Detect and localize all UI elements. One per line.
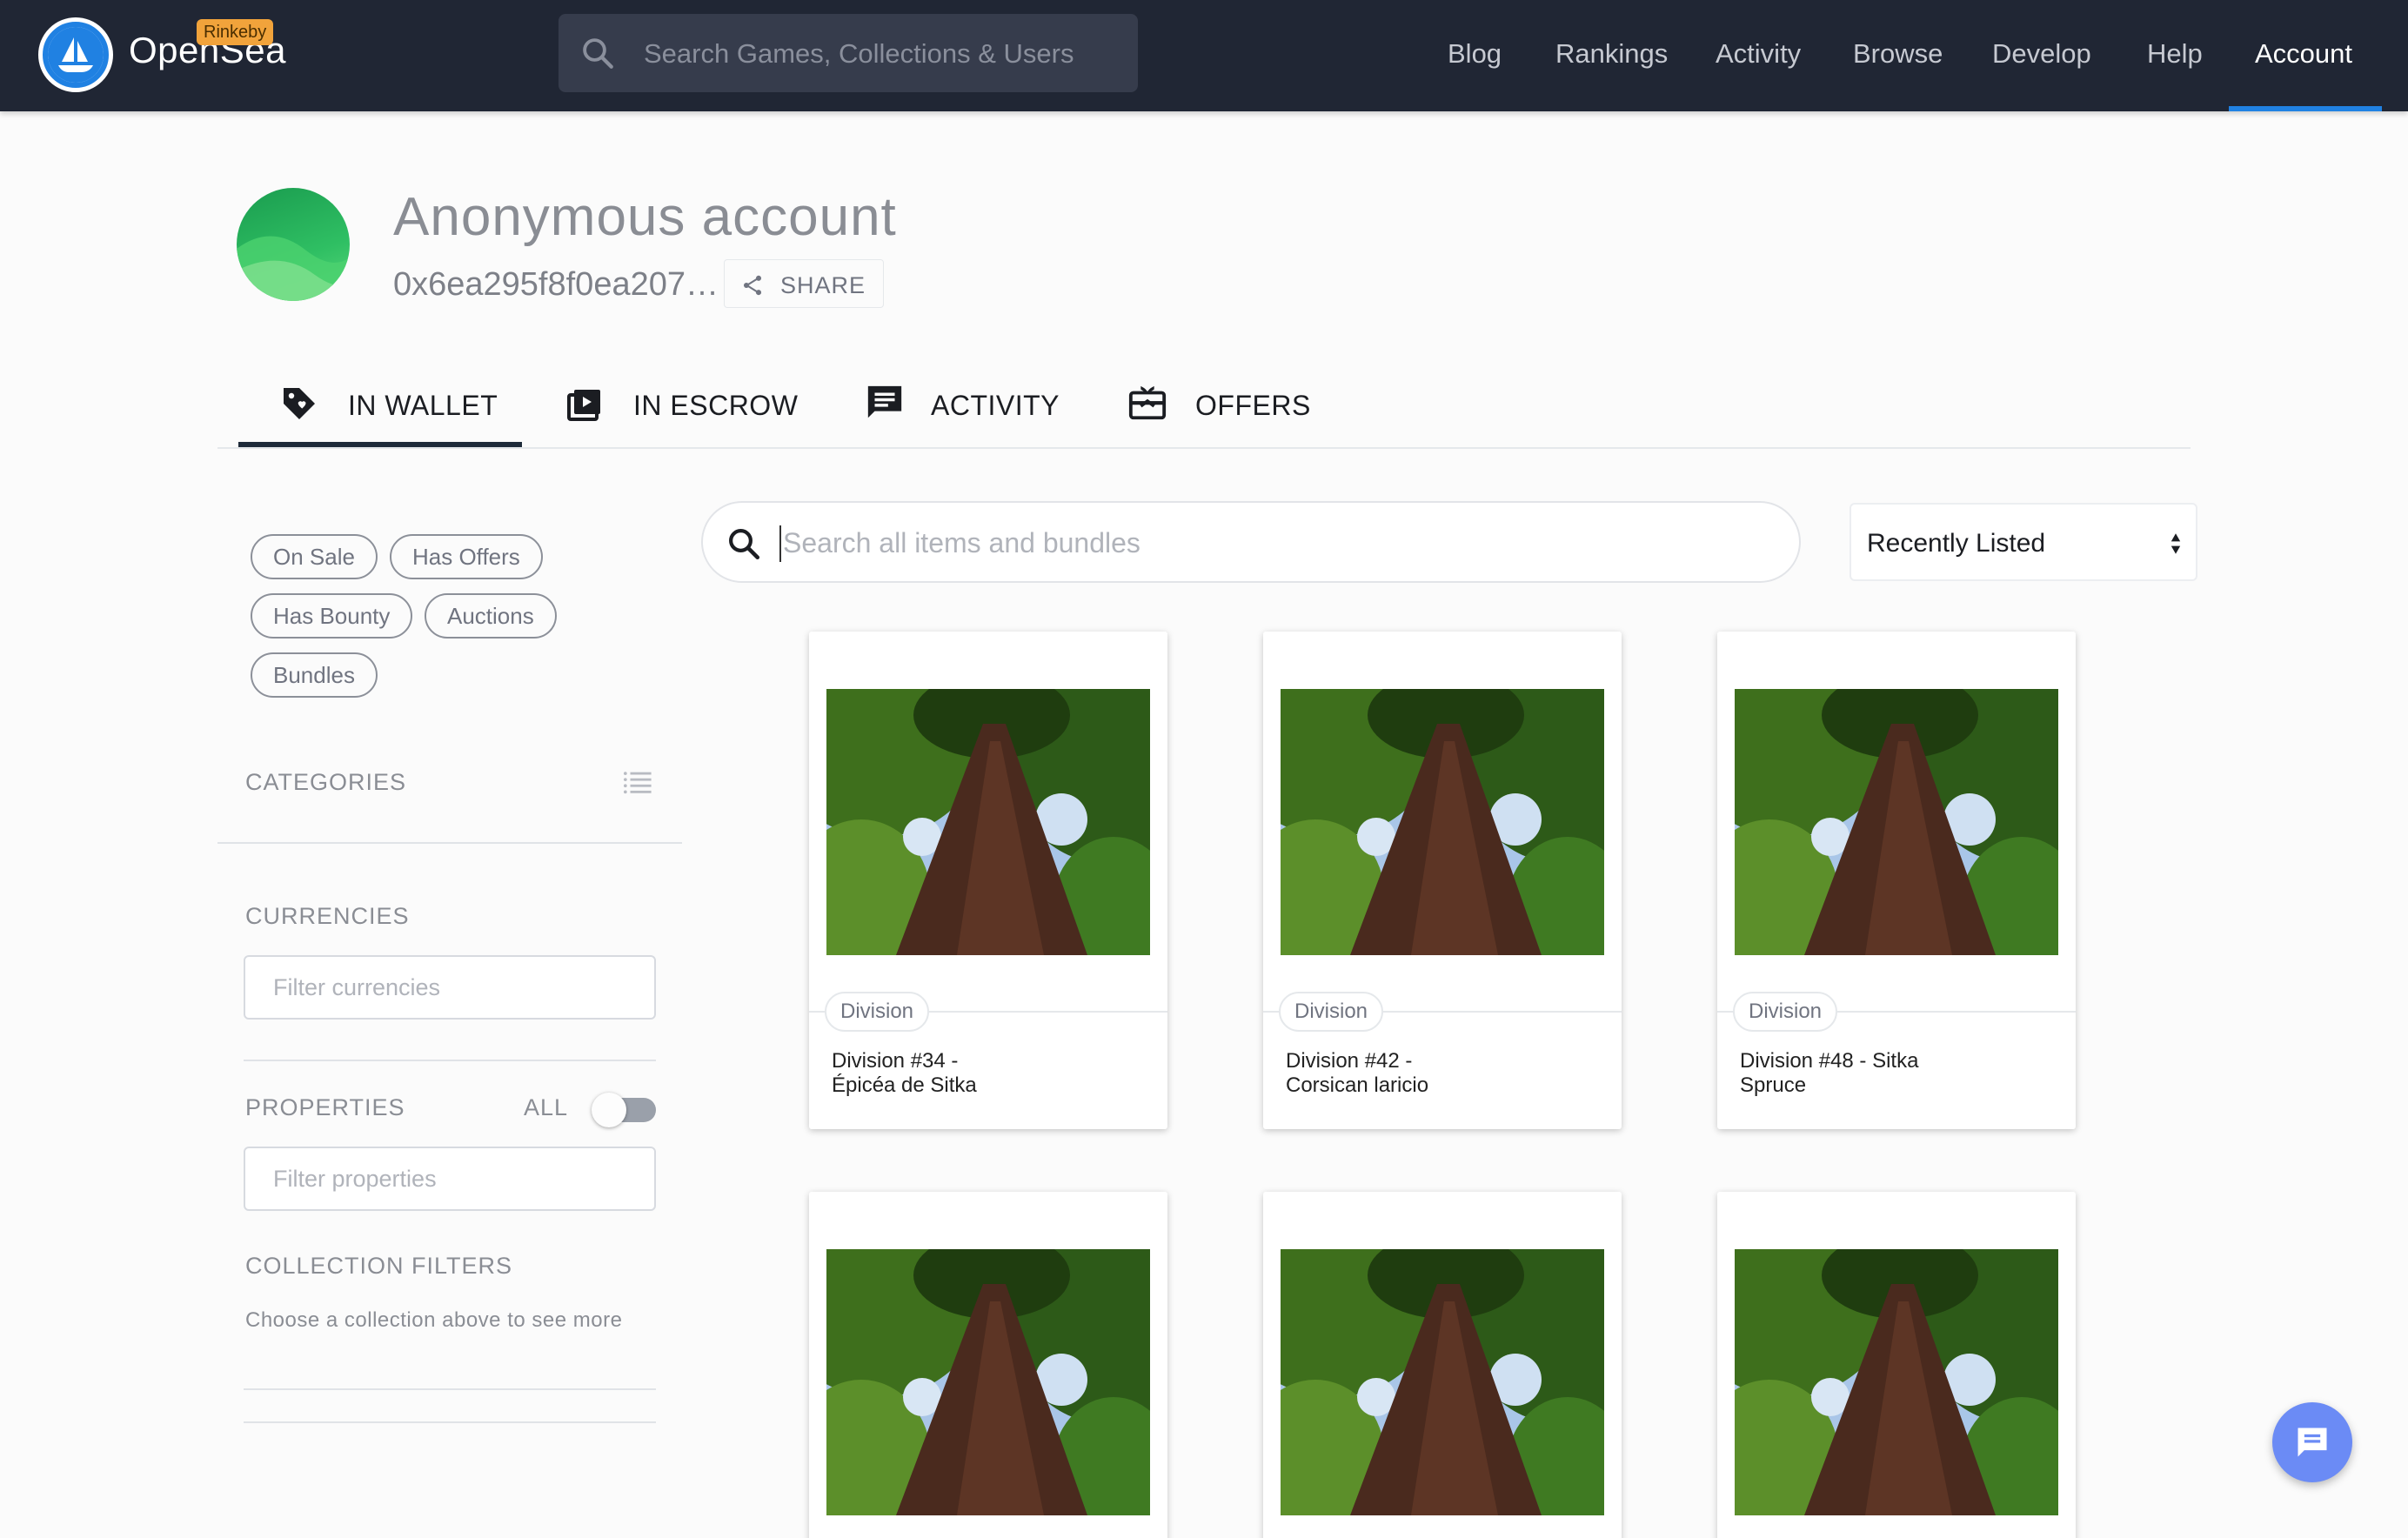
tab-label: ACTIVITY <box>931 390 1060 421</box>
nav-link-account[interactable]: Account <box>2255 38 2352 70</box>
global-search-input[interactable]: Search Games, Collections & Users <box>559 14 1138 92</box>
filter-pill-on-sale[interactable]: On Sale <box>251 534 378 579</box>
categories-title: CATEGORIES <box>245 769 407 795</box>
collection-filters-helper: Choose a collection above to see more <box>245 1308 623 1332</box>
tab-activity[interactable]: ACTIVITY <box>865 372 1065 447</box>
sort-select-value: Recently Listed <box>1867 529 2046 558</box>
search-icon <box>729 529 760 560</box>
items-search-placeholder: Search all items and bundles <box>783 527 1140 558</box>
asset-card[interactable] <box>809 1192 1167 1538</box>
global-search-placeholder: Search Games, Collections & Users <box>644 38 1074 69</box>
tab-offers[interactable]: OFFERS <box>1127 372 1319 447</box>
avatar <box>237 188 350 301</box>
currencies-filter-placeholder: Filter currencies <box>273 974 441 1000</box>
collection-badge[interactable]: Division <box>1733 992 1838 1032</box>
asset-title[interactable]: Division #42 - Corsican laricio <box>1286 1049 1477 1098</box>
chat-icon <box>2298 1428 2327 1457</box>
gift-card-icon <box>1128 385 1167 420</box>
tab-in-wallet[interactable]: IN WALLET <box>278 372 522 447</box>
collection-badge[interactable]: Division <box>1279 992 1384 1032</box>
asset-image[interactable] <box>826 1249 1150 1515</box>
top-navbar: OpenSea Rinkeby Search Games, Collection… <box>0 0 2408 111</box>
wallet-address[interactable]: 0x6ea295f8f0ea207… <box>393 266 719 304</box>
asset-card[interactable] <box>1263 1192 1622 1538</box>
sort-select[interactable]: Recently Listed <box>1849 503 2197 581</box>
nav-link-help[interactable]: Help <box>2147 38 2203 70</box>
support-chat-button[interactable] <box>2272 1402 2352 1482</box>
asset-image[interactable] <box>1735 689 2058 955</box>
tab-active-indicator <box>238 442 522 447</box>
properties-toggle-label: ALL <box>524 1094 569 1120</box>
nav-link-activity[interactable]: Activity <box>1716 38 1801 70</box>
share-label: SHARE <box>780 272 866 298</box>
properties-title: PROPERTIES <box>245 1094 405 1120</box>
asset-card[interactable]: Division Division #42 - Corsican laricio <box>1263 632 1622 1129</box>
properties-filter-placeholder: Filter properties <box>273 1166 437 1192</box>
text-caret <box>779 525 781 562</box>
nav-link-rankings[interactable]: Rankings <box>1555 38 1668 70</box>
nav-link-develop[interactable]: Develop <box>1992 38 2091 70</box>
tab-label: OFFERS <box>1195 390 1311 421</box>
escrow-icon <box>567 390 600 421</box>
nav-link-blog[interactable]: Blog <box>1448 38 1502 70</box>
tab-in-escrow[interactable]: IN ESCROW <box>564 372 798 447</box>
filter-pill-has-offers[interactable]: Has Offers <box>390 534 543 579</box>
properties-filter-input[interactable]: Filter properties <box>244 1147 656 1211</box>
asset-image[interactable] <box>1281 689 1604 955</box>
tag-icon <box>284 388 315 419</box>
nav-active-indicator <box>2229 106 2382 111</box>
asset-title[interactable]: Division #48 - Sitka Spruce <box>1740 1049 1931 1098</box>
asset-card[interactable]: Division Division #48 - Sitka Spruce <box>1717 632 2076 1129</box>
toggle-knob[interactable] <box>592 1093 626 1127</box>
asset-card[interactable]: Division Division #34 - Épicéa de Sitka <box>809 632 1167 1129</box>
collection-filters-title: COLLECTION FILTERS <box>245 1253 513 1279</box>
search-icon <box>583 38 613 69</box>
asset-image[interactable] <box>1735 1249 2058 1515</box>
asset-image[interactable] <box>1281 1249 1604 1515</box>
list-icon[interactable] <box>623 769 652 795</box>
nav-link-browse[interactable]: Browse <box>1853 38 1943 70</box>
share-icon <box>743 275 762 296</box>
share-button[interactable]: SHARE <box>724 259 884 308</box>
collection-badge[interactable]: Division <box>825 992 930 1032</box>
sidebar-divider <box>244 1388 656 1390</box>
tab-label: IN ESCROW <box>633 390 799 421</box>
currencies-filter-input[interactable]: Filter currencies <box>244 955 656 1020</box>
chat-bubble-icon <box>867 385 902 418</box>
asset-title[interactable]: Division #34 - Épicéa de Sitka <box>832 1049 1023 1098</box>
tabs-divider <box>217 447 2191 449</box>
opensea-logo-icon[interactable] <box>38 17 113 92</box>
sidebar-divider <box>217 842 682 844</box>
asset-image[interactable] <box>826 689 1150 955</box>
items-search-input[interactable]: Search all items and bundles <box>701 501 1801 583</box>
filter-pill-auctions[interactable]: Auctions <box>425 593 557 639</box>
tab-label: IN WALLET <box>348 390 498 421</box>
currencies-title: CURRENCIES <box>245 903 410 929</box>
filter-pill-has-bounty[interactable]: Has Bounty <box>251 593 413 639</box>
sidebar-divider <box>244 1421 656 1423</box>
sidebar-divider <box>244 1060 656 1061</box>
filter-pill-bundles[interactable]: Bundles <box>251 652 378 698</box>
asset-card[interactable] <box>1717 1192 2076 1538</box>
network-badge: Rinkeby <box>197 19 274 45</box>
account-name: Anonymous account <box>393 187 897 247</box>
select-arrows-icon <box>2171 533 2181 554</box>
